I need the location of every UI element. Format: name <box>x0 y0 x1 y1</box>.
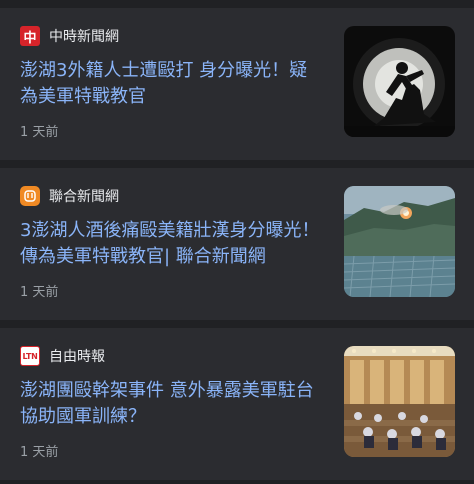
news-thumbnail[interactable] <box>344 186 455 297</box>
headline-link[interactable]: 3澎湖人酒後痛毆美籍壯漢身分曝光！傳為美軍特戰教官| 聯合新聞網 <box>20 218 325 270</box>
news-source: 聯合新聞網 <box>20 186 119 206</box>
timestamp: 1 天前 <box>20 285 59 300</box>
news-source: LTN 自由時報 <box>20 346 105 366</box>
news-card[interactable]: LTN 自由時報 澎湖團毆幹架事件 意外暴露美軍駐台協助國軍訓練？ 1 天前 <box>0 328 474 480</box>
news-thumbnail[interactable] <box>344 26 455 137</box>
source-name: 聯合新聞網 <box>49 189 119 205</box>
news-card[interactable]: 聯合新聞網 3澎湖人酒後痛毆美籍壯漢身分曝光！傳為美軍特戰教官| 聯合新聞網 1… <box>0 168 474 320</box>
news-source: 中 中時新聞網 <box>20 26 119 46</box>
timestamp: 1 天前 <box>20 125 59 140</box>
tunnel-fight-image-icon <box>344 26 455 137</box>
legislature-hall-image-icon <box>344 346 455 457</box>
timestamp: 1 天前 <box>20 445 59 460</box>
news-feed: 中 中時新聞網 澎湖3外籍人士遭毆打 身分曝光！疑為美軍特戰教官 1 天前 聯合… <box>0 0 474 484</box>
headline-link[interactable]: 澎湖團毆幹架事件 意外暴露美軍駐台協助國軍訓練？ <box>20 378 325 430</box>
ltn-logo-icon: LTN <box>20 346 40 366</box>
udn-logo-icon <box>20 186 40 206</box>
source-name: 自由時報 <box>49 349 105 365</box>
news-thumbnail[interactable] <box>344 346 455 457</box>
military-hillside-image-icon <box>344 186 455 297</box>
news-card[interactable]: 中 中時新聞網 澎湖3外籍人士遭毆打 身分曝光！疑為美軍特戰教官 1 天前 <box>0 8 474 160</box>
chinatimes-logo-icon: 中 <box>20 26 40 46</box>
headline-link[interactable]: 澎湖3外籍人士遭毆打 身分曝光！疑為美軍特戰教官 <box>20 58 325 110</box>
source-name: 中時新聞網 <box>49 29 119 45</box>
